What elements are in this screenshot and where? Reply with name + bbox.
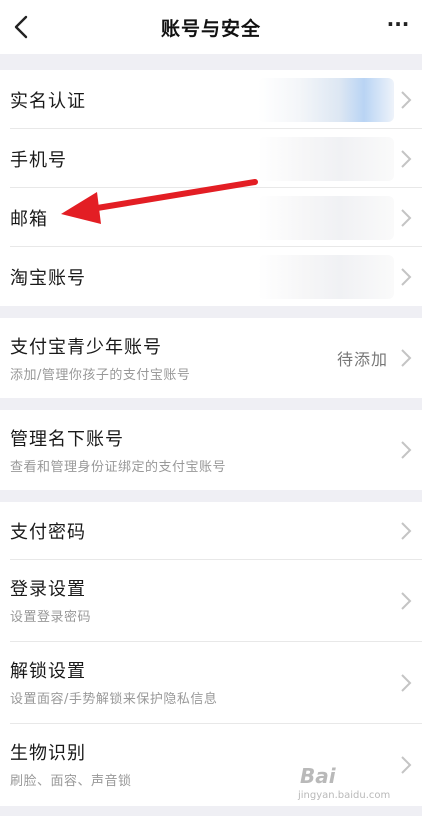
chevron-right-icon	[401, 349, 412, 367]
row-label: 管理名下账号	[10, 429, 124, 450]
chevron-right-icon	[401, 522, 412, 540]
row-taobao-account[interactable]: 淘宝账号	[0, 247, 422, 306]
redacted-value	[258, 196, 394, 240]
account-info-group: 实名认证 手机号 邮箱 淘宝账号	[0, 70, 422, 306]
row-subtitle: 查看和管理身份证绑定的支付宝账号	[10, 460, 227, 475]
row-label: 生物识别	[10, 743, 86, 764]
row-label: 淘宝账号	[10, 268, 86, 289]
watermark-brand: Bai	[300, 764, 336, 788]
chevron-right-icon	[401, 674, 412, 692]
chevron-right-icon	[401, 268, 412, 286]
baidu-jingyan-watermark: Bai jingyan.baidu.com	[294, 756, 414, 802]
chevron-right-icon	[401, 150, 412, 168]
row-label: 手机号	[10, 150, 67, 171]
row-value: 待添加	[336, 350, 388, 369]
chevron-right-icon	[401, 441, 412, 459]
row-manage-accounts[interactable]: 管理名下账号 查看和管理身份证绑定的支付宝账号	[0, 410, 422, 490]
redacted-value	[258, 137, 394, 181]
row-label: 解锁设置	[10, 661, 86, 682]
chevron-right-icon	[401, 209, 412, 227]
chevron-right-icon	[401, 91, 412, 109]
row-label: 邮箱	[10, 209, 48, 230]
watermark-url: jingyan.baidu.com	[298, 790, 391, 801]
row-email[interactable]: 邮箱	[0, 188, 422, 247]
managed-accounts-group: 管理名下账号 查看和管理身份证绑定的支付宝账号	[0, 410, 422, 490]
account-security-page: 账号与安全 ··· 实名认证 手机号 邮箱 淘宝账号 支付宝青少年账号 添加/管…	[0, 0, 422, 816]
row-subtitle: 设置面容/手势解锁来保护隐私信息	[10, 692, 218, 707]
row-subtitle: 设置登录密码	[10, 610, 92, 625]
row-label: 支付宝青少年账号	[10, 337, 162, 358]
row-payment-password[interactable]: 支付密码	[0, 502, 422, 560]
row-phone[interactable]: 手机号	[0, 129, 422, 188]
chevron-right-icon	[401, 592, 412, 610]
row-login-settings[interactable]: 登录设置 设置登录密码	[0, 560, 422, 642]
row-label: 实名认证	[10, 91, 86, 112]
redacted-value	[258, 78, 394, 122]
page-title: 账号与安全	[160, 18, 261, 40]
redacted-value	[258, 255, 394, 299]
row-subtitle: 添加/管理你孩子的支付宝账号	[10, 368, 191, 383]
row-label: 登录设置	[10, 579, 86, 600]
row-real-name-auth[interactable]: 实名认证	[0, 70, 422, 129]
row-label: 支付密码	[10, 522, 86, 543]
row-subtitle: 刷脸、面容、声音锁	[10, 774, 132, 789]
teen-account-group: 支付宝青少年账号 添加/管理你孩子的支付宝账号 待添加	[0, 318, 422, 398]
nav-header: 账号与安全 ···	[0, 0, 422, 54]
row-teen-account[interactable]: 支付宝青少年账号 添加/管理你孩子的支付宝账号 待添加	[0, 318, 422, 398]
more-options-button[interactable]: ···	[384, 14, 412, 38]
row-unlock-settings[interactable]: 解锁设置 设置面容/手势解锁来保护隐私信息	[0, 642, 422, 724]
